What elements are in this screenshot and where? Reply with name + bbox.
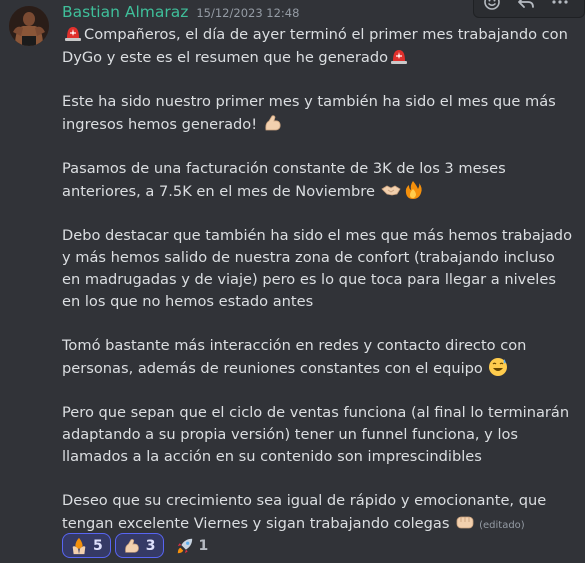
reply-button[interactable]	[514, 0, 538, 14]
timestamp: 15/12/2023 12:48	[196, 6, 300, 20]
rocket-icon	[177, 538, 192, 553]
avatar[interactable]	[9, 6, 49, 46]
fire-icon	[405, 181, 422, 199]
chat-message: Bastian Almaraz 15/12/2023 12:48 Compañe…	[0, 0, 585, 563]
reaction-count: 3	[145, 537, 156, 554]
paragraph-5: Tomó bastante más interacción en redes y…	[62, 335, 572, 380]
handshake-icon	[380, 185, 401, 196]
avatar-image	[9, 6, 49, 46]
paragraph-2-text: Este ha sido nuestro primer mes y tambié…	[62, 93, 556, 133]
paragraph-6-text: Pero que sepan que el ciclo de ventas fu…	[62, 404, 570, 465]
edited-label: (editado)	[479, 520, 525, 531]
reaction-count: 1	[198, 537, 209, 554]
paragraph-1-text: Compañeros, el día de ayer terminó el pr…	[62, 26, 568, 66]
add-reaction-icon	[484, 0, 500, 10]
username[interactable]: Bastian Almaraz	[62, 3, 188, 21]
paragraph-4: Debo destacar que también ha sido el mes…	[62, 225, 572, 313]
reply-icon	[518, 0, 534, 8]
message-content: Compañeros, el día de ayer terminó el pr…	[62, 23, 572, 537]
message-header: Bastian Almaraz 15/12/2023 12:48	[62, 3, 299, 25]
add-reaction-button[interactable]	[480, 0, 504, 14]
reaction-rocket[interactable]: 1	[168, 533, 217, 558]
paragraph-6: Pero que sepan que el ciclo de ventas fu…	[62, 402, 572, 468]
reaction-count: 5	[93, 537, 103, 554]
reactions-bar: 5 3 1	[62, 533, 216, 558]
paragraph-3-text: Pasamos de una facturación constante de …	[62, 160, 506, 200]
more-options-icon	[552, 0, 568, 4]
fist-icon	[456, 516, 474, 529]
rotating-light-icon	[65, 27, 81, 41]
rotating-light-icon	[391, 50, 408, 64]
flexed-biceps-icon	[265, 115, 281, 131]
reaction-flexed-biceps[interactable]: 3	[114, 533, 164, 558]
paragraph-3: Pasamos de una facturación constante de …	[62, 158, 572, 203]
message-toolbar	[473, 0, 585, 18]
paragraph-2: Este ha sido nuestro primer mes y tambié…	[62, 91, 572, 136]
paragraph-1: Compañeros, el día de ayer terminó el pr…	[62, 23, 572, 69]
paragraph-7: Deseo que su crecimiento sea igual de rá…	[62, 490, 572, 537]
reaction-fire-hands[interactable]: 5	[62, 533, 111, 558]
paragraph-5-text: Tomó bastante más interacción en redes y…	[62, 337, 527, 377]
fire-hands-icon	[72, 537, 86, 554]
paragraph-4-text: Debo destacar que también ha sido el mes…	[62, 227, 572, 310]
flexed-biceps-icon	[124, 538, 139, 553]
more-options-button[interactable]	[548, 0, 572, 14]
sweat-smile-icon	[489, 358, 508, 376]
